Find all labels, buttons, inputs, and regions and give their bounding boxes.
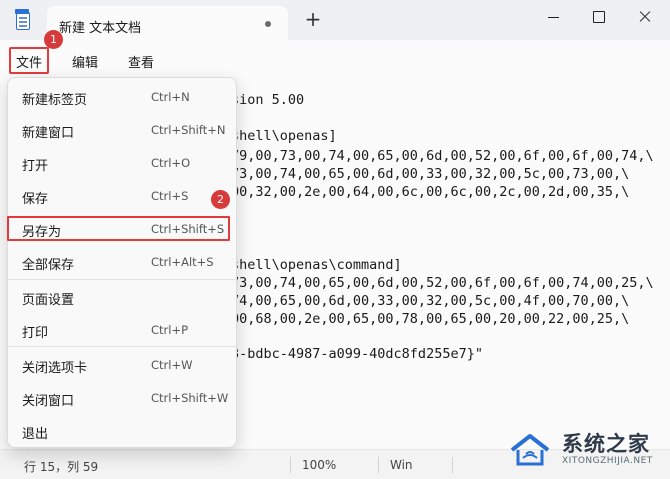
editor-line: 00,32,00,2e,00,64,00,6c,00,6c,00,2c,00,2… <box>231 184 630 200</box>
menu-item-label: 全部保存 <box>22 258 75 273</box>
menu-divider <box>8 279 236 280</box>
menu-item-shortcut: Ctrl+S <box>151 189 189 203</box>
menu-save[interactable]: 保存 Ctrl+S <box>8 181 236 211</box>
menu-save-all[interactable]: 全部保存 Ctrl+Alt+S <box>8 247 236 277</box>
watermark-logo: 系统之家 XITONGZHIJIA.NET <box>508 428 664 476</box>
menu-open[interactable]: 打开 Ctrl+O <box>8 148 236 178</box>
step-badge-1: 1 <box>44 30 63 49</box>
editor-line: 00,68,00,2e,00,65,00,78,00,65,00,20,00,2… <box>231 311 630 327</box>
line-ending[interactable]: Win <box>390 458 413 472</box>
editor-line: shell\openas\command] <box>231 257 402 273</box>
save-as-highlight <box>7 216 230 241</box>
editor-line: 3-bdbc-4987-a099-40dc8fd255e7}" <box>231 346 483 362</box>
menu-item-shortcut: Ctrl+O <box>151 156 191 170</box>
status-divider <box>290 457 291 473</box>
menu-item-label: 页面设置 <box>22 293 75 308</box>
tab-title: 新建 文本文档 <box>59 21 142 36</box>
maximize-icon[interactable] <box>576 0 622 34</box>
new-tab-button[interactable]: + <box>304 9 322 29</box>
watermark-title: 系统之家 <box>562 432 650 456</box>
close-icon[interactable] <box>622 0 668 34</box>
menu-item-label: 关闭窗口 <box>22 394 75 409</box>
menu-item-label: 打开 <box>22 159 49 174</box>
menu-item-label: 关闭选项卡 <box>22 361 88 376</box>
menu-item-label: 新建窗口 <box>22 126 75 141</box>
menu-bar: 文件 编辑 查看 <box>0 40 670 107</box>
step-badge-2: 2 <box>211 190 230 209</box>
editor-line: 73,00,74,00,65,00,6d,00,33,00,32,00,5c,0… <box>231 166 630 182</box>
title-bar: 新建 文本文档 + <box>0 0 670 40</box>
editor-line: 74,00,65,00,6d,00,33,00,32,00,5c,00,4f,0… <box>231 293 630 309</box>
menu-item-shortcut: Ctrl+Shift+N <box>151 123 226 137</box>
editor-line: shell\openas] <box>231 128 337 144</box>
menu-item-label: 打印 <box>22 326 49 341</box>
file-menu-dropdown: 新建标签页 Ctrl+N 新建窗口 Ctrl+Shift+N 打开 Ctrl+O… <box>7 77 237 448</box>
status-divider <box>452 457 453 473</box>
menu-close-window[interactable]: 关闭窗口 Ctrl+Shift+W <box>8 383 236 413</box>
house-logo-icon <box>510 434 550 466</box>
menu-new-window[interactable]: 新建窗口 Ctrl+Shift+N <box>8 115 236 145</box>
menu-edit[interactable]: 编辑 <box>72 52 98 71</box>
status-divider <box>378 457 379 473</box>
editor-line: 79,00,73,00,74,00,65,00,6d,00,52,00,6f,0… <box>231 148 654 164</box>
editor-line: sion 5.00 <box>231 92 305 108</box>
menu-item-label: 新建标签页 <box>22 93 88 108</box>
editor-line: 73,00,74,00,65,00,6d,00,52,00,6f,00,6f,0… <box>231 275 654 291</box>
zoom-level[interactable]: 100% <box>302 458 336 472</box>
file-menu-highlight <box>9 47 49 74</box>
unsaved-dot-icon[interactable] <box>265 21 271 27</box>
notepad-icon <box>15 9 30 30</box>
menu-print[interactable]: 打印 Ctrl+P <box>8 315 236 345</box>
menu-item-label: 退出 <box>22 427 49 442</box>
watermark-subtitle: XITONGZHIJIA.NET <box>562 456 653 466</box>
menu-item-label: 保存 <box>22 192 49 207</box>
cursor-position: 行 15，列 59 <box>24 460 99 474</box>
menu-item-shortcut: Ctrl+Shift+W <box>151 391 229 405</box>
menu-item-shortcut: Ctrl+P <box>151 323 189 337</box>
menu-close-tab[interactable]: 关闭选项卡 Ctrl+W <box>8 350 236 380</box>
menu-item-shortcut: Ctrl+W <box>151 358 193 372</box>
minimize-icon[interactable] <box>530 0 576 34</box>
menu-view[interactable]: 查看 <box>128 52 154 71</box>
menu-exit[interactable]: 退出 <box>8 416 236 446</box>
menu-divider <box>8 346 236 347</box>
menu-item-shortcut: Ctrl+Alt+S <box>151 255 214 269</box>
menu-new-tab[interactable]: 新建标签页 Ctrl+N <box>8 82 236 112</box>
menu-item-shortcut: Ctrl+N <box>151 90 190 104</box>
menu-page-setup[interactable]: 页面设置 <box>8 282 236 312</box>
document-tab[interactable]: 新建 文本文档 <box>47 6 288 40</box>
